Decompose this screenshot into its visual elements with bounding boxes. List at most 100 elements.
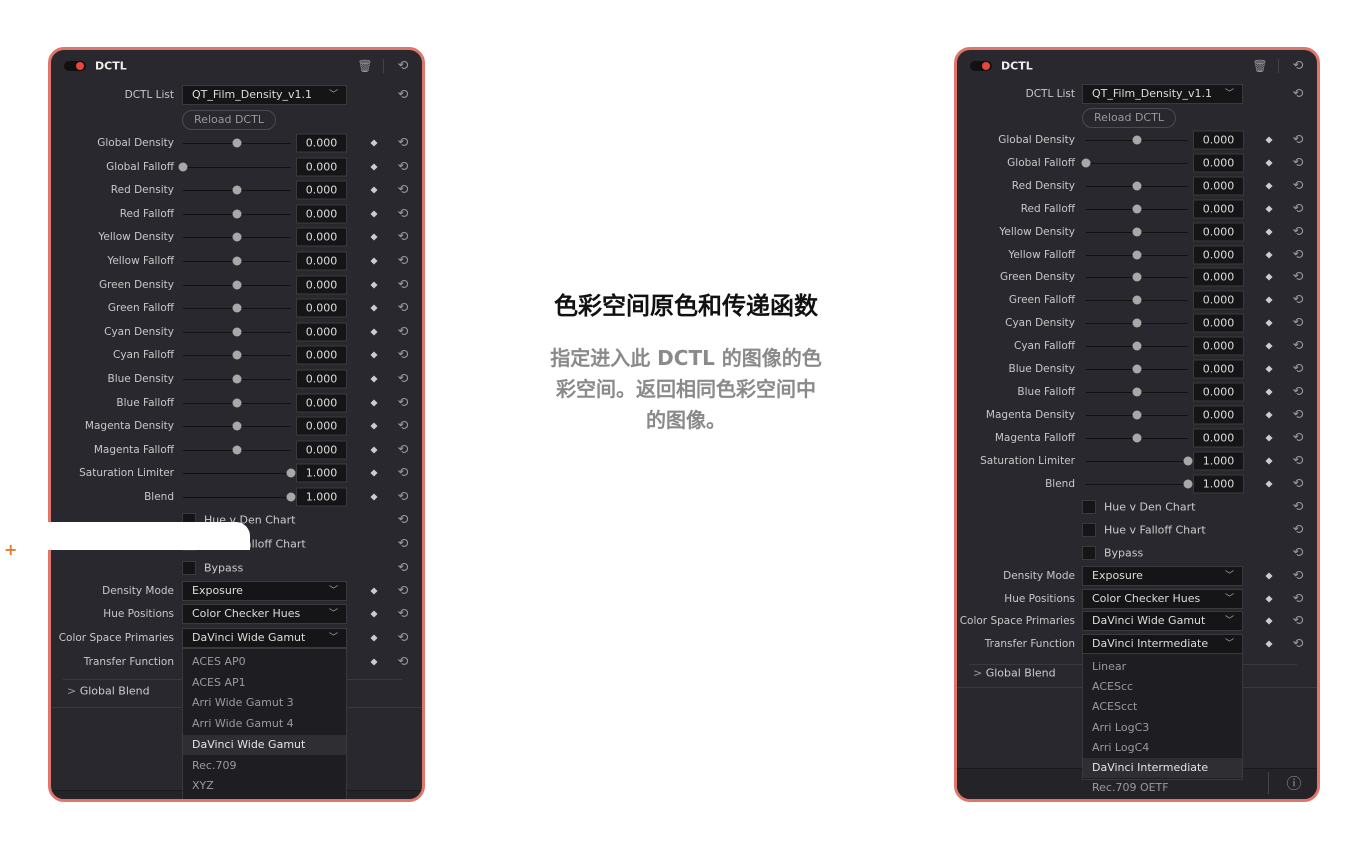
global-blend-expander[interactable]: > Global Blend — [67, 685, 150, 698]
slider-handle[interactable] — [1132, 250, 1142, 259]
reset-icon[interactable]: ⟲ — [1293, 133, 1304, 148]
reset-icon[interactable]: ⟲ — [1293, 500, 1304, 515]
reset-icon[interactable]: ⟲ — [1293, 546, 1304, 561]
reset-icon[interactable]: ⟲ — [1293, 316, 1304, 331]
menu-item[interactable]: ACES AP1 — [183, 673, 346, 694]
slider-handle[interactable] — [232, 350, 242, 360]
reset-icon[interactable]: ⟲ — [398, 607, 409, 622]
slider-handle[interactable] — [232, 209, 242, 219]
slider-handle[interactable] — [1132, 341, 1142, 351]
keyframe-diamond-icon[interactable] — [1265, 205, 1273, 213]
value-field[interactable]: 0.000 — [1193, 336, 1244, 356]
slider-track[interactable] — [183, 166, 291, 168]
slider-handle[interactable] — [232, 327, 242, 337]
reset-icon[interactable]: ⟲ — [398, 277, 409, 292]
enable-toggle[interactable] — [970, 61, 992, 71]
reset-icon[interactable]: ⟲ — [1293, 270, 1304, 285]
keyframe-diamond-icon[interactable] — [370, 351, 378, 359]
keyframe-diamond-icon[interactable] — [370, 587, 378, 595]
slider-handle[interactable] — [1132, 204, 1142, 214]
value-field[interactable]: 0.000 — [296, 393, 347, 413]
reset-icon[interactable]: ⟲ — [1293, 523, 1304, 538]
slider-handle[interactable] — [232, 303, 242, 313]
dropdown[interactable]: Exposure ﹀ — [1082, 566, 1243, 586]
reset-icon[interactable]: ⟲ — [1293, 453, 1304, 468]
reset-icon[interactable]: ⟲ — [1293, 430, 1304, 445]
keyframe-diamond-icon[interactable] — [370, 422, 378, 430]
value-field[interactable]: 0.000 — [1193, 428, 1244, 448]
keyframe-diamond-icon[interactable] — [370, 446, 378, 454]
global-blend-expander[interactable]: > Global Blend — [973, 667, 1056, 680]
reset-icon[interactable]: ⟲ — [398, 159, 409, 174]
value-field[interactable]: 0.000 — [1193, 405, 1244, 425]
menu-item[interactable]: Arri LogC3 — [1083, 718, 1242, 738]
menu-item[interactable]: Linear — [1083, 657, 1242, 677]
keyframe-diamond-icon[interactable] — [370, 493, 378, 501]
reset-icon[interactable]: ⟲ — [398, 230, 409, 245]
value-field[interactable]: 0.000 — [296, 369, 347, 389]
reset-icon[interactable]: ⟲ — [398, 183, 409, 198]
reset-icon[interactable]: ⟲ — [1293, 637, 1304, 652]
dropdown[interactable]: Exposure ﹀ — [182, 581, 347, 601]
slider-handle[interactable] — [1132, 181, 1142, 191]
keyframe-diamond-icon[interactable] — [1265, 479, 1273, 488]
slider-handle[interactable] — [1081, 158, 1091, 168]
menu-item[interactable]: DaVinci Wide Gamut — [183, 734, 346, 756]
dctl-list-dropdown[interactable]: QT_Film_Density_v1.1 ﹀ — [182, 85, 347, 105]
reset-icon[interactable]: ⟲ — [398, 561, 409, 576]
keyframe-diamond-icon[interactable] — [1265, 434, 1273, 442]
reset-icon[interactable]: ⟲ — [398, 442, 409, 457]
keyframe-diamond-icon[interactable] — [370, 399, 378, 407]
reset-icon[interactable]: ⟲ — [398, 466, 409, 481]
reset-all-icon[interactable]: ⟲ — [1293, 59, 1304, 74]
reset-icon[interactable]: ⟲ — [398, 136, 409, 151]
slider-handle[interactable] — [232, 421, 242, 431]
slider-track[interactable] — [183, 473, 291, 475]
slider-handle[interactable] — [1132, 272, 1142, 282]
slider-handle[interactable] — [1183, 479, 1193, 488]
keyframe-diamond-icon[interactable] — [370, 469, 378, 477]
value-field[interactable]: 0.000 — [1193, 176, 1244, 196]
keyframe-diamond-icon[interactable] — [370, 186, 378, 194]
slider-handle[interactable] — [232, 232, 242, 242]
value-field[interactable]: 0.000 — [296, 180, 347, 200]
value-field[interactable]: 0.000 — [296, 204, 347, 224]
keyframe-diamond-icon[interactable] — [1265, 228, 1273, 236]
keyframe-diamond-icon[interactable] — [1265, 159, 1273, 167]
checkbox[interactable] — [1082, 523, 1096, 537]
menu-item[interactable]: XYZ — [183, 776, 346, 797]
slider-handle[interactable] — [1132, 135, 1142, 145]
reset-icon[interactable]: ⟲ — [1293, 614, 1304, 629]
menu-item[interactable]: Arri LogC4 — [1083, 738, 1242, 758]
value-field[interactable]: 0.000 — [296, 416, 347, 436]
value-field[interactable]: 0.000 — [1193, 290, 1244, 310]
reset-icon[interactable]: ⟲ — [1293, 293, 1304, 308]
slider-handle[interactable] — [232, 185, 242, 195]
keyframe-diamond-icon[interactable] — [370, 163, 378, 171]
reset-icon[interactable]: ⟲ — [1293, 476, 1304, 491]
trash-icon[interactable]: 🗑 — [1252, 59, 1267, 73]
menu-item[interactable]: Rec.709 OETF — [1083, 778, 1242, 798]
value-field[interactable]: 1.000 — [296, 463, 347, 483]
keyframe-diamond-icon[interactable] — [1265, 457, 1273, 465]
keyframe-diamond-icon[interactable] — [1265, 319, 1273, 327]
reset-icon[interactable]: ⟲ — [398, 324, 409, 339]
reload-dctl-button[interactable]: Reload DCTL — [182, 110, 276, 130]
reset-icon[interactable]: ⟲ — [398, 655, 409, 670]
keyframe-diamond-icon[interactable] — [1265, 640, 1273, 648]
slider-handle[interactable] — [1132, 410, 1142, 420]
slider-track[interactable] — [1086, 483, 1188, 485]
reset-icon[interactable]: ⟲ — [1293, 362, 1304, 377]
reset-icon[interactable]: ⟲ — [398, 631, 409, 646]
slider-handle[interactable] — [232, 280, 242, 290]
keyframe-diamond-icon[interactable] — [1265, 388, 1273, 396]
keyframe-diamond-icon[interactable] — [370, 139, 378, 147]
keyframe-diamond-icon[interactable] — [370, 304, 378, 312]
reset-all-icon[interactable]: ⟲ — [398, 59, 409, 74]
dctl-list-dropdown[interactable]: QT_Film_Density_v1.1 ﹀ — [1082, 84, 1243, 104]
slider-handle[interactable] — [1132, 227, 1142, 237]
reset-icon[interactable]: ⟲ — [1293, 201, 1304, 216]
keyframe-diamond-icon[interactable] — [370, 634, 378, 642]
keyframe-diamond-icon[interactable] — [1265, 136, 1273, 144]
keyframe-diamond-icon[interactable] — [1265, 595, 1273, 603]
